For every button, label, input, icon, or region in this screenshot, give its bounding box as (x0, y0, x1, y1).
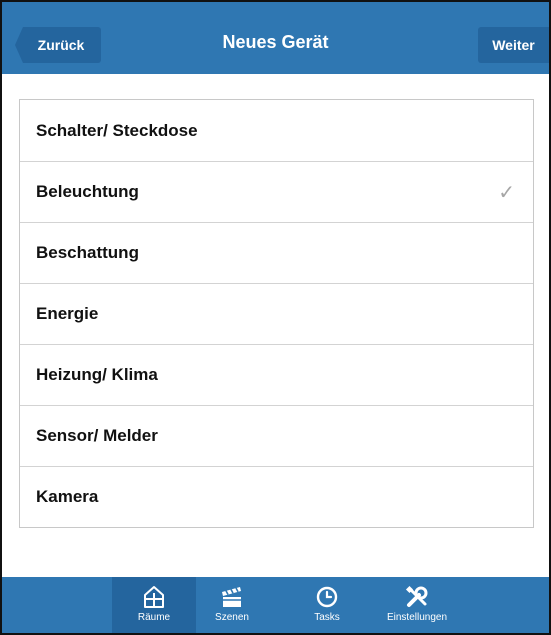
tab-label: Räume (137, 612, 171, 623)
list-item-heizung-klima[interactable]: Heizung/ Klima (20, 344, 533, 405)
checkmark-icon: ✓ (498, 181, 515, 204)
tab-label: Einstellungen (386, 612, 448, 623)
nav-bar: Zurück Neues Gerät Weiter (2, 2, 549, 74)
clapperboard-icon (222, 587, 241, 607)
tab-tasks[interactable]: Tasks (302, 577, 352, 633)
list-item-label: Schalter/ Steckdose (36, 120, 198, 140)
tab-label: Szenen (215, 612, 249, 623)
list-item-beleuchtung[interactable]: Beleuchtung ✓ (20, 161, 533, 222)
list-item-kamera[interactable]: Kamera (20, 466, 533, 527)
tab-einstellungen[interactable]: Einstellungen (372, 577, 462, 633)
tab-label: Tasks (314, 612, 340, 623)
list-item-label: Beschattung (36, 243, 139, 262)
list-item-schalter-steckdose[interactable]: Schalter/ Steckdose (20, 100, 533, 161)
page-title: Neues Gerät (222, 32, 329, 52)
device-type-list: Schalter/ Steckdose Beleuchtung ✓ Bescha… (19, 99, 534, 528)
app-frame: Zurück Neues Gerät Weiter Schalter/ Stec… (0, 0, 551, 635)
list-item-label: Kamera (36, 487, 99, 506)
tools-icon (405, 585, 428, 607)
list-item-label: Heizung/ Klima (36, 365, 158, 384)
list-item-label: Beleuchtung (36, 182, 139, 201)
clock-icon (316, 586, 338, 608)
next-button[interactable]: Weiter (478, 27, 549, 63)
list-item-label: Sensor/ Melder (36, 426, 158, 445)
tab-raeume[interactable]: Räume (112, 577, 196, 633)
list-item-sensor-melder[interactable]: Sensor/ Melder (20, 405, 533, 466)
list-item-beschattung[interactable]: Beschattung (20, 222, 533, 283)
tab-bar: Räume Szenen Tasks Einstellungen (2, 577, 549, 633)
house-icon (144, 586, 164, 608)
list-item-energie[interactable]: Energie (20, 283, 533, 344)
list-item-label: Energie (36, 304, 99, 323)
tab-szenen[interactable]: Szenen (202, 577, 262, 633)
